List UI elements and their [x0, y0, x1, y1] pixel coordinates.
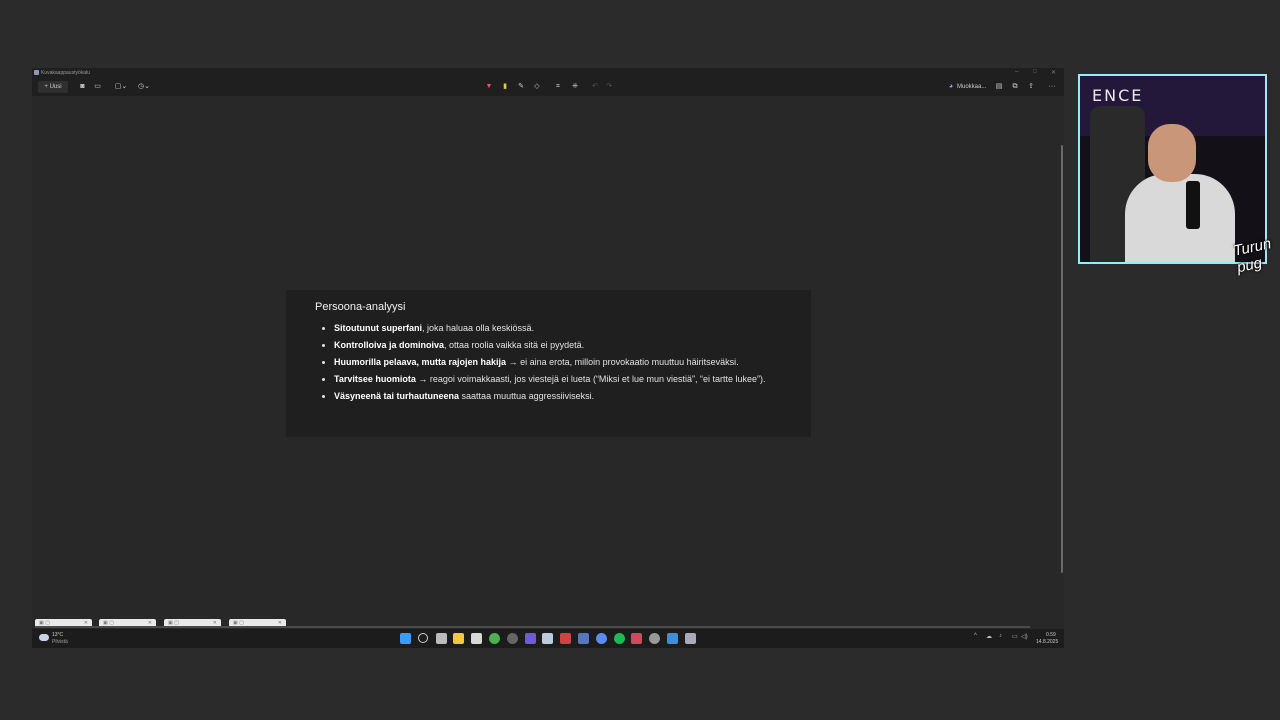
app-icon[interactable] — [596, 633, 607, 644]
redo-icon[interactable]: ↷ — [603, 81, 615, 93]
paint-icon[interactable]: ◕ — [946, 81, 956, 93]
window-title: Kuvakaappaustyökalu — [41, 70, 90, 76]
app-icon[interactable] — [560, 633, 571, 644]
photos-icon[interactable] — [667, 633, 678, 644]
app-icon[interactable] — [578, 633, 589, 644]
title-bar: Kuvakaappaustyökalu – □ ✕ — [32, 68, 1064, 78]
pen-icon[interactable]: ▼ — [483, 81, 495, 93]
chrome-icon[interactable] — [489, 633, 500, 644]
maximize-button[interactable]: □ — [1033, 69, 1037, 75]
more-options-button[interactable]: ··· — [1046, 81, 1058, 93]
snipping-tool-icon[interactable] — [631, 633, 642, 644]
clock-time[interactable]: 0.59 — [1046, 632, 1056, 638]
persona-list: Sitoutunut superfani, joka haluaa olla k… — [315, 320, 784, 405]
weather-temperature[interactable]: 13°C — [52, 632, 63, 638]
volume-icon[interactable]: ◁) — [1021, 633, 1028, 640]
webcam-overlay: ENCE — [1078, 74, 1267, 264]
save-icon[interactable]: ▤ — [993, 81, 1005, 93]
store-icon[interactable] — [471, 633, 482, 644]
obs-icon[interactable] — [507, 633, 518, 644]
file-explorer-icon[interactable] — [453, 633, 464, 644]
settings-icon[interactable] — [649, 633, 660, 644]
app-icon — [34, 70, 39, 75]
copy-icon[interactable]: ⧉ — [1009, 81, 1021, 93]
weather-description[interactable]: Pilvistä — [52, 639, 68, 645]
streamer-head — [1148, 124, 1196, 182]
ence-logo: ENCE — [1092, 86, 1144, 105]
clock-date[interactable]: 14.8.2025 — [1036, 639, 1058, 645]
task-view-icon[interactable] — [436, 633, 447, 644]
search-icon[interactable] — [418, 633, 428, 643]
text-actions-icon[interactable]: ⁜ — [569, 81, 581, 93]
discord-icon[interactable] — [525, 633, 536, 644]
list-item: Väsyneenä tai turhautuneena saattaa muut… — [334, 388, 784, 405]
stream-progress-bar — [35, 626, 1030, 628]
crop-icon[interactable]: ⌗ — [552, 81, 564, 93]
network-icon[interactable]: ▭ — [1012, 633, 1018, 640]
card-heading: Persoona-analyysi — [315, 301, 406, 313]
list-item: Huumorilla pelaava, mutta rajojen hakija… — [334, 354, 784, 371]
shapes-icon[interactable]: ◇ — [531, 81, 543, 93]
list-item: Sitoutunut superfani, joka haluaa olla k… — [334, 320, 784, 337]
list-item: Tarvitsee huomiota → reagoi voimakkaasti… — [334, 371, 784, 388]
app-tray-icon[interactable]: ☁ — [986, 633, 992, 640]
edit-in-paint-button[interactable]: Muokkaa... — [957, 81, 993, 93]
chevron-up-icon[interactable]: ^ — [974, 633, 977, 639]
eraser-icon[interactable]: ✎ — [515, 81, 527, 93]
undo-icon[interactable]: ↶ — [589, 81, 601, 93]
toolbar: + Uusi ◙ ▭ ▢⌄ ◷⌄ ▼ ▮ ✎ ◇ ⌗ ⁜ ↶ ↷ ◕ Muokk… — [32, 78, 1064, 96]
timer-dropdown-icon[interactable]: ◷⌄ — [135, 81, 153, 93]
spotify-icon[interactable] — [614, 633, 625, 644]
share-icon[interactable]: ⇪ — [1025, 81, 1037, 93]
steam-icon[interactable] — [542, 633, 553, 644]
streamer-body — [1125, 174, 1235, 262]
list-item: Kontrolloiva ja dominoiva, ottaa roolia … — [334, 337, 784, 354]
video-mode-icon[interactable]: ▭ — [92, 81, 103, 93]
vertical-scrollbar[interactable] — [1061, 145, 1063, 573]
microphone — [1186, 181, 1200, 229]
minimize-button[interactable]: – — [1015, 69, 1018, 75]
taskbar: 13°C Pilvistä ^ ☁ ♪ ▭ ◁) 0.59 14.8.2025 — [32, 629, 1064, 648]
persona-analysis-card: Persoona-analyysi Sitoutunut superfani, … — [286, 290, 811, 437]
new-button[interactable]: + Uusi — [38, 81, 68, 93]
start-icon[interactable] — [400, 633, 411, 644]
microphone-icon[interactable]: ♪ — [999, 633, 1002, 639]
highlighter-icon[interactable]: ▮ — [499, 81, 511, 93]
cloud-icon[interactable] — [39, 634, 49, 641]
snip-shape-dropdown-icon[interactable]: ▢⌄ — [112, 81, 130, 93]
screenshot-mode-icon[interactable]: ◙ — [77, 81, 88, 93]
close-button[interactable]: ✕ — [1051, 69, 1056, 76]
app-icon[interactable] — [685, 633, 696, 644]
